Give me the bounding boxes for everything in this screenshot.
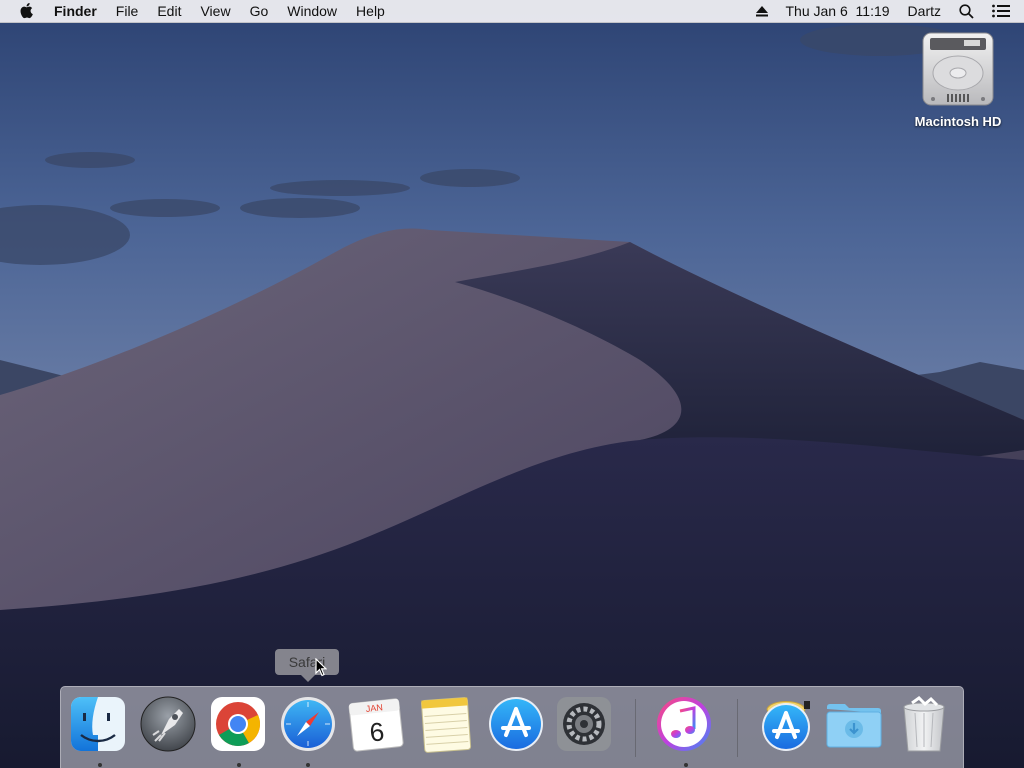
calendar-month: JAN bbox=[365, 702, 383, 714]
running-indicator-finder bbox=[98, 763, 102, 767]
menu-clock[interactable]: Thu Jan 6 11:19 bbox=[786, 3, 890, 19]
mouse-cursor-icon bbox=[315, 658, 327, 677]
safari-icon bbox=[281, 697, 335, 751]
downloads-folder-icon bbox=[826, 704, 882, 748]
desktop-item-macintosh-hd[interactable]: Macintosh HD bbox=[904, 30, 1012, 129]
chrome-icon bbox=[211, 697, 265, 751]
dock-item-chrome[interactable] bbox=[209, 695, 267, 753]
hard-drive-icon bbox=[922, 32, 994, 106]
launchpad-icon bbox=[140, 696, 196, 752]
dock-item-notes[interactable] bbox=[417, 695, 475, 753]
notes-icon bbox=[421, 697, 472, 753]
menu-file[interactable]: File bbox=[116, 3, 139, 19]
desktop-wallpaper bbox=[0, 0, 1024, 768]
calendar-icon: JAN 6 bbox=[348, 698, 404, 752]
dock: JAN 6 bbox=[60, 686, 964, 768]
app-store-icon bbox=[489, 697, 543, 751]
menu-view[interactable]: View bbox=[200, 3, 230, 19]
trash-icon bbox=[903, 696, 945, 752]
spotlight-search-icon[interactable] bbox=[959, 3, 974, 19]
app-installer-icon bbox=[762, 701, 810, 751]
desktop-item-label: Macintosh HD bbox=[914, 114, 1002, 129]
dock-separator bbox=[635, 699, 636, 757]
dock-item-itunes[interactable] bbox=[655, 695, 713, 753]
running-indicator-safari bbox=[306, 763, 310, 767]
menu-window[interactable]: Window bbox=[287, 3, 337, 19]
dock-item-calendar[interactable]: JAN 6 bbox=[347, 695, 405, 753]
dock-item-app-store[interactable] bbox=[487, 695, 545, 753]
dock-item-trash[interactable] bbox=[895, 695, 953, 753]
menu-app-name[interactable]: Finder bbox=[54, 3, 97, 19]
itunes-icon bbox=[657, 697, 711, 751]
menu-go[interactable]: Go bbox=[250, 3, 269, 19]
menu-help[interactable]: Help bbox=[356, 3, 385, 19]
apple-logo-icon[interactable] bbox=[20, 3, 36, 19]
finder-icon bbox=[71, 697, 125, 751]
menu-user[interactable]: Dartz bbox=[908, 3, 941, 19]
system-preferences-icon bbox=[557, 697, 611, 751]
dock-item-app-installer[interactable] bbox=[757, 695, 815, 753]
dock-item-downloads[interactable] bbox=[825, 695, 883, 753]
dock-item-finder[interactable] bbox=[69, 695, 127, 753]
menu-edit[interactable]: Edit bbox=[157, 3, 181, 19]
dock-item-safari[interactable] bbox=[279, 695, 337, 753]
dock-item-system-preferences[interactable] bbox=[555, 695, 613, 753]
menu-bar: Finder File Edit View Go Window Help Thu… bbox=[0, 0, 1024, 23]
running-indicator-chrome bbox=[237, 763, 241, 767]
dock-item-launchpad[interactable] bbox=[139, 695, 197, 753]
dock-separator bbox=[737, 699, 738, 757]
notification-center-icon[interactable] bbox=[992, 4, 1010, 18]
eject-icon[interactable] bbox=[755, 5, 768, 17]
running-indicator-itunes bbox=[684, 763, 688, 767]
dock-tooltip: Safari bbox=[275, 649, 339, 682]
